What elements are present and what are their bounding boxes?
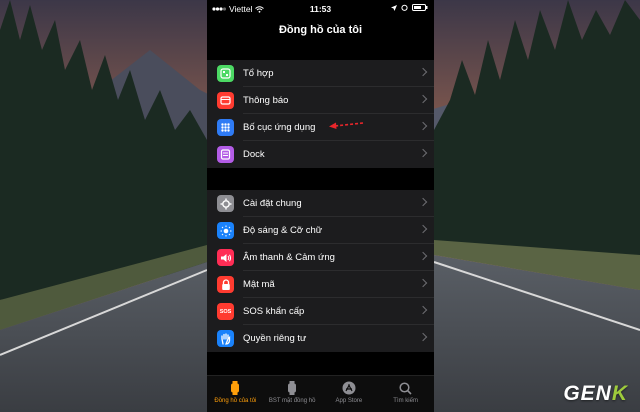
row-label: SOS khẩn cấp: [243, 306, 305, 317]
chevron-right-icon: [418, 305, 428, 315]
chevron-right-icon: [418, 197, 428, 207]
tab-app-store[interactable]: App Store: [321, 376, 378, 412]
row-am-thanh[interactable]: Âm thanh & Cảm ứng: [207, 244, 434, 271]
page-title: Đồng hồ của tôi: [278, 24, 363, 36]
tab-label: App Store: [335, 398, 363, 404]
brightness-icon: [217, 222, 234, 239]
dock-icon: [217, 146, 234, 163]
annotation-arrow: [329, 122, 364, 129]
status-bar: Viettel 11:53: [207, 0, 434, 18]
row-label: Tổ hợp: [243, 68, 274, 79]
tab-label: BST mặt đồng hồ: [268, 398, 316, 404]
notifications-icon: [217, 92, 234, 109]
chevron-right-icon: [418, 148, 428, 158]
row-label: Bố cục ứng dụng: [243, 122, 316, 133]
chevron-right-icon: [418, 251, 428, 261]
watch-icon: [228, 381, 242, 395]
face-gallery-icon: [285, 381, 299, 395]
phone-screen: Viettel 11:53 Đồng hồ của tôi Tổ hợp Thô…: [207, 0, 434, 412]
sos-icon: SOS: [217, 303, 234, 320]
settings-group-1: Tổ hợp Thông báo Bố cục ứng dụng Dock: [207, 60, 434, 168]
battery-icon: [412, 4, 428, 11]
row-label: Thông báo: [243, 95, 289, 106]
chevron-right-icon: [418, 224, 428, 234]
row-do-sang[interactable]: Độ sáng & Cỡ chữ: [207, 217, 434, 244]
speaker-icon: [217, 249, 234, 266]
tab-bar: Đồng hồ của tôi BST mặt đồng hồ App Stor…: [207, 375, 434, 412]
location-icon: [391, 4, 397, 11]
tab-face-gallery[interactable]: BST mặt đồng hồ: [264, 376, 321, 412]
lock-icon: [217, 276, 234, 293]
chevron-right-icon: [418, 332, 428, 342]
chevron-right-icon: [418, 278, 428, 288]
genk-logo: GEN K: [563, 382, 628, 406]
row-quyen-rieng-tu[interactable]: Quyền riêng tư: [207, 325, 434, 352]
tab-label: Đồng hồ của tôi: [214, 398, 257, 404]
chevron-right-icon: [418, 121, 428, 131]
hand-icon: [217, 330, 234, 347]
row-label: Âm thanh & Cảm ứng: [243, 252, 335, 263]
row-label: Quyền riêng tư: [243, 333, 307, 344]
gear-icon: [217, 195, 234, 212]
tab-label: Tìm kiếm: [393, 398, 418, 404]
chevron-right-icon: [418, 94, 428, 104]
row-mat-ma[interactable]: Mật mã: [207, 271, 434, 298]
row-label: Cài đặt chung: [243, 198, 302, 209]
tab-search[interactable]: Tìm kiếm: [377, 376, 434, 412]
watch-face-icon: [217, 65, 234, 82]
app-store-icon: [342, 381, 356, 395]
status-right-group: [391, 4, 428, 11]
row-label: Độ sáng & Cỡ chữ: [243, 225, 323, 236]
row-label: Mật mã: [243, 279, 275, 290]
alarm-icon: [401, 4, 408, 11]
logo-accent: K: [611, 382, 628, 405]
row-label: Dock: [243, 149, 265, 160]
search-icon: [399, 381, 413, 395]
row-thong-bao[interactable]: Thông báo: [207, 87, 434, 114]
chevron-right-icon: [418, 67, 428, 77]
row-sos[interactable]: SOS SOS khẩn cấp: [207, 298, 434, 325]
row-to-hop[interactable]: Tổ hợp: [207, 60, 434, 87]
row-dock[interactable]: Dock: [207, 141, 434, 168]
row-cai-dat-chung[interactable]: Cài đặt chung: [207, 190, 434, 217]
row-bo-cuc-ung-dung[interactable]: Bố cục ứng dụng: [207, 114, 434, 141]
settings-group-2: Cài đặt chung Độ sáng & Cỡ chữ Âm thanh …: [207, 190, 434, 352]
logo-text: GEN: [563, 382, 612, 405]
app-grid-icon: [217, 119, 234, 136]
tab-my-watch[interactable]: Đồng hồ của tôi: [207, 376, 264, 412]
